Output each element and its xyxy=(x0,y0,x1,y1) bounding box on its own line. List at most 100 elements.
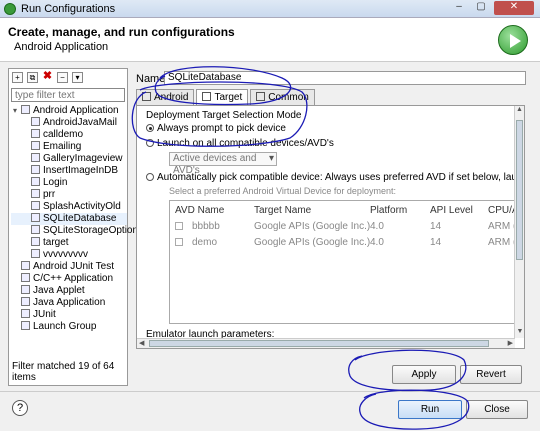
filter-icon[interactable]: ▾ xyxy=(72,71,83,83)
radio-selected-icon xyxy=(146,124,154,132)
help-icon[interactable]: ? xyxy=(12,400,28,416)
config-tree-pane: + ⧉ ✖ − ▾ ▾ Android ApplicationAndroidJav… xyxy=(8,68,138,386)
tree-category[interactable]: C/C++ Application xyxy=(11,273,127,285)
scroll-left-icon[interactable]: ◀ xyxy=(139,339,144,347)
eclipse-app-icon xyxy=(4,3,16,15)
tree-config-item[interactable]: InsertImageInDB xyxy=(11,165,127,177)
tree-item-label: AndroidJavaMail xyxy=(43,117,117,128)
tree-item-label: prr xyxy=(43,189,56,200)
revert-button[interactable]: Revert xyxy=(460,365,522,384)
tree-item-label: SQLiteStorageOption xyxy=(43,225,139,236)
tree-config-item[interactable]: GalleryImageview xyxy=(11,153,127,165)
radio-auto-pick[interactable]: Automatically pick compatible device: Al… xyxy=(146,172,524,183)
table-row[interactable]: bbbbb Google APIs (Google Inc.) 4.0 14 A… xyxy=(170,221,522,233)
scroll-down-icon[interactable]: ▼ xyxy=(515,328,524,338)
tree-item-label: SQLiteDatabase xyxy=(43,213,117,224)
dialog-subtitle: Android Application xyxy=(14,41,109,53)
tree-config-item[interactable]: SQLiteDatabase xyxy=(11,213,127,225)
tab-android[interactable]: Android xyxy=(136,89,195,105)
hscroll-thumb[interactable] xyxy=(149,340,489,347)
radio-always-prompt[interactable]: Always prompt to pick device xyxy=(146,123,286,134)
config-type-icon xyxy=(31,213,40,222)
radio-auto-pick-label: Automatically pick compatible device: Al… xyxy=(157,172,524,183)
tree-item-label: SplashActivityOld xyxy=(43,201,121,212)
filter-input[interactable] xyxy=(11,88,125,102)
run-button[interactable]: Run xyxy=(398,400,462,419)
footer-divider xyxy=(0,391,540,392)
dialog-header: Create, manage, and run configurations A… xyxy=(0,18,540,62)
tree-config-item[interactable]: vvvvvvvvv xyxy=(11,249,127,261)
tree-item-label: target xyxy=(43,237,69,248)
close-button[interactable]: Close xyxy=(466,400,528,419)
row-checkbox[interactable] xyxy=(175,238,183,246)
maximize-button[interactable]: ▢ xyxy=(472,1,490,15)
horizontal-scrollbar[interactable]: ◀ ▶ xyxy=(137,338,515,348)
collapse-all-icon[interactable]: − xyxy=(57,71,68,83)
tree-item-label: Android JUnit Test xyxy=(33,261,114,272)
tab-common[interactable]: Common xyxy=(250,89,315,105)
vertical-scrollbar[interactable]: ▲ ▼ xyxy=(514,106,524,338)
tree-category[interactable]: ▾ Android Application xyxy=(11,105,127,117)
tree-config-item[interactable]: SplashActivityOld xyxy=(11,201,127,213)
tree-item-label: Login xyxy=(43,177,68,188)
window-controls: – ▢ ✕ xyxy=(450,1,534,15)
tree-category[interactable]: Java Application xyxy=(11,297,127,309)
filter-status: Filter matched 19 of 64 items xyxy=(12,361,115,383)
config-type-icon xyxy=(31,165,40,174)
close-window-button[interactable]: ✕ xyxy=(494,1,534,15)
tree-category[interactable]: JUnit xyxy=(11,309,127,321)
target-tab-panel: Deployment Target Selection Mode Always … xyxy=(136,105,525,349)
tree-config-item[interactable]: calldemo xyxy=(11,129,127,141)
radio-launch-all[interactable]: Launch on all compatible devices/AVD's xyxy=(146,138,334,149)
scroll-up-icon[interactable]: ▲ xyxy=(515,106,524,116)
avd-name-cell: demo xyxy=(192,237,218,248)
config-type-icon xyxy=(21,273,30,282)
tree-config-item[interactable]: prr xyxy=(11,189,127,201)
window-titlebar: Run Configurations – ▢ ✕ xyxy=(0,0,540,18)
config-type-icon xyxy=(31,177,40,186)
tab-common-label: Common xyxy=(268,92,309,103)
delete-icon[interactable]: ✖ xyxy=(42,70,53,83)
tree-config-item[interactable]: target xyxy=(11,237,127,249)
android-tab-icon xyxy=(142,92,151,101)
name-field[interactable]: SQLiteDatabase xyxy=(164,71,526,85)
tree-category[interactable]: Android JUnit Test xyxy=(11,261,127,273)
tree-category[interactable]: Java Applet xyxy=(11,285,127,297)
tab-android-label: Android xyxy=(154,92,189,103)
config-type-icon xyxy=(31,189,40,198)
tree-config-item[interactable]: AndroidJavaMail xyxy=(11,117,127,129)
minimize-button[interactable]: – xyxy=(450,1,468,15)
window-title: Run Configurations xyxy=(21,3,116,15)
run-banner-icon xyxy=(498,25,528,55)
target-name-cell: Google APIs (Google Inc.) xyxy=(254,221,371,232)
platform-cell: 4.0 xyxy=(370,221,384,232)
config-type-icon xyxy=(31,153,40,162)
row-checkbox[interactable] xyxy=(175,222,183,230)
config-type-icon xyxy=(31,225,40,234)
config-type-icon xyxy=(21,297,30,306)
tree-item-label: C/C++ Application xyxy=(33,273,114,284)
config-type-icon xyxy=(31,237,40,246)
tree-item-label: Java Application xyxy=(33,297,106,308)
duplicate-icon[interactable]: ⧉ xyxy=(27,71,38,83)
tree-item-label: Java Applet xyxy=(33,285,85,296)
config-tree: ▾ Android Application AndroidJavaMail calld… xyxy=(11,105,138,333)
tree-config-item[interactable]: Emailing xyxy=(11,141,127,153)
tree-category[interactable]: Launch Group xyxy=(11,321,127,333)
tree-item-label: InsertImageInDB xyxy=(43,165,119,176)
config-type-icon xyxy=(21,309,30,318)
table-row[interactable]: demo Google APIs (Google Inc.) 4.0 14 AR… xyxy=(170,237,522,249)
apply-button[interactable]: Apply xyxy=(392,365,456,384)
config-type-icon xyxy=(21,321,30,330)
avd-hint: Select a preferred Android Virtual Devic… xyxy=(169,186,396,196)
scroll-right-icon[interactable]: ▶ xyxy=(508,339,513,347)
scroll-thumb[interactable] xyxy=(516,120,523,260)
expand-twistie-icon[interactable]: ▾ xyxy=(13,105,17,117)
tab-target[interactable]: Target xyxy=(196,89,249,105)
device-combo[interactable]: Active devices and AVD's ▾ xyxy=(169,152,277,176)
new-config-icon[interactable]: + xyxy=(12,71,23,83)
common-tab-icon xyxy=(256,92,266,101)
tree-config-item[interactable]: Login xyxy=(11,177,127,189)
tree-config-item[interactable]: SQLiteStorageOption xyxy=(11,225,138,237)
avd-name-cell: bbbbb xyxy=(192,221,220,232)
